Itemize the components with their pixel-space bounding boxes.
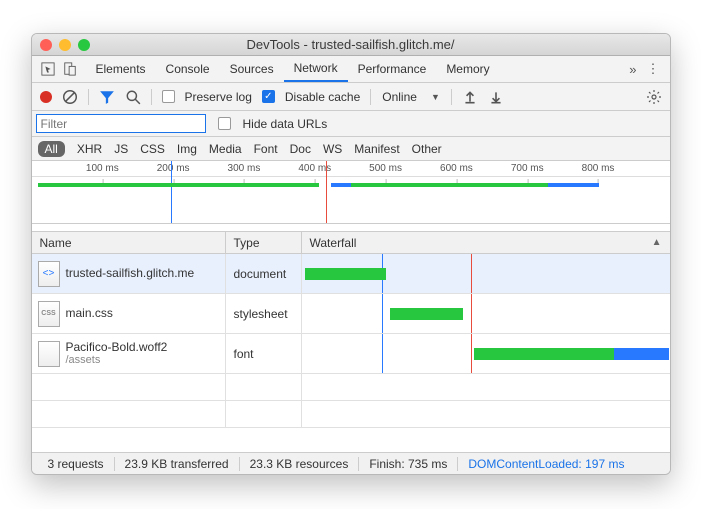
status-bar: 3 requests 23.9 KB transferred 23.3 KB r… bbox=[32, 452, 670, 474]
tick: 200 ms bbox=[157, 163, 190, 174]
tab-network[interactable]: Network bbox=[284, 56, 348, 82]
minimize-icon[interactable] bbox=[59, 39, 71, 51]
waterfall-cell bbox=[302, 334, 670, 373]
type-manifest[interactable]: Manifest bbox=[354, 142, 399, 156]
tick: 800 ms bbox=[582, 163, 615, 174]
request-type: font bbox=[226, 334, 302, 373]
status-finish: Finish: 735 ms bbox=[359, 457, 457, 471]
type-img[interactable]: Img bbox=[177, 142, 197, 156]
inspect-icon[interactable] bbox=[40, 61, 56, 77]
header-name[interactable]: Name bbox=[32, 232, 226, 253]
file-icon: <> bbox=[38, 261, 60, 287]
tick: 300 ms bbox=[228, 163, 261, 174]
tick: 600 ms bbox=[440, 163, 473, 174]
filter-bar: Hide data URLs bbox=[32, 111, 670, 137]
request-name: Pacifico-Bold.woff2 bbox=[66, 341, 168, 354]
requests-table: <> trusted-sailfish.glitch.me document CSS m… bbox=[32, 254, 670, 452]
waterfall-cell bbox=[302, 294, 670, 333]
type-xhr[interactable]: XHR bbox=[77, 142, 102, 156]
table-row[interactable]: Pacifico-Bold.woff2/assets font bbox=[32, 334, 670, 374]
table-row[interactable]: CSS main.css stylesheet bbox=[32, 294, 670, 334]
tab-console[interactable]: Console bbox=[156, 56, 220, 82]
status-transferred: 23.9 KB transferred bbox=[115, 457, 239, 471]
request-type: document bbox=[226, 254, 302, 293]
timeline-overview[interactable]: 100 ms200 ms300 ms400 ms500 ms600 ms700 … bbox=[32, 161, 670, 224]
disable-cache-label: Disable cache bbox=[285, 90, 360, 104]
filter-input[interactable] bbox=[36, 114, 206, 133]
more-tabs-icon[interactable]: » bbox=[629, 62, 636, 77]
type-font[interactable]: Font bbox=[254, 142, 278, 156]
request-path: /assets bbox=[66, 354, 168, 367]
file-icon: CSS bbox=[38, 301, 60, 327]
hide-data-urls-label: Hide data URLs bbox=[243, 117, 328, 131]
tab-memory[interactable]: Memory bbox=[436, 56, 499, 82]
menu-icon[interactable]: ⋮ bbox=[647, 61, 660, 77]
record-button[interactable] bbox=[40, 91, 52, 103]
disable-cache-checkbox[interactable]: ✓ bbox=[262, 90, 275, 103]
maximize-icon[interactable] bbox=[78, 39, 90, 51]
preserve-log-checkbox[interactable] bbox=[162, 90, 175, 103]
file-icon bbox=[38, 341, 60, 367]
header-waterfall[interactable]: Waterfall▲ bbox=[302, 232, 670, 253]
titlebar: DevTools - trusted-sailfish.glitch.me/ bbox=[32, 34, 670, 56]
status-dcl: DOMContentLoaded: 197 ms bbox=[458, 457, 634, 471]
tick: 100 ms bbox=[86, 163, 119, 174]
table-row[interactable]: <> trusted-sailfish.glitch.me document bbox=[32, 254, 670, 294]
tab-sources[interactable]: Sources bbox=[220, 56, 284, 82]
gear-icon[interactable] bbox=[646, 89, 662, 105]
tick: 700 ms bbox=[511, 163, 544, 174]
network-toolbar: Preserve log ✓ Disable cache Online ▼ bbox=[32, 83, 670, 111]
status-requests: 3 requests bbox=[38, 457, 114, 471]
throttle-select[interactable]: Online ▼ bbox=[381, 87, 441, 107]
download-har-icon[interactable] bbox=[488, 89, 504, 105]
status-resources: 23.3 KB resources bbox=[240, 457, 359, 471]
device-icon[interactable] bbox=[62, 61, 78, 77]
window-title: DevTools - trusted-sailfish.glitch.me/ bbox=[32, 37, 670, 52]
waterfall-cell bbox=[302, 254, 670, 293]
type-media[interactable]: Media bbox=[209, 142, 242, 156]
type-all[interactable]: All bbox=[38, 141, 65, 157]
preserve-log-label: Preserve log bbox=[185, 90, 252, 104]
type-doc[interactable]: Doc bbox=[290, 142, 311, 156]
tick: 500 ms bbox=[369, 163, 402, 174]
header-type[interactable]: Type bbox=[226, 232, 302, 253]
column-headers: Name Type Waterfall▲ bbox=[32, 232, 670, 254]
search-icon[interactable] bbox=[125, 89, 141, 105]
chevron-down-icon: ▼ bbox=[431, 92, 440, 102]
type-filter: All XHR JS CSS Img Media Font Doc WS Manifest Othe… bbox=[32, 137, 670, 161]
filter-icon[interactable] bbox=[99, 89, 115, 105]
hide-data-urls-checkbox[interactable] bbox=[218, 117, 231, 130]
tab-performance[interactable]: Performance bbox=[348, 56, 437, 82]
type-ws[interactable]: WS bbox=[323, 142, 342, 156]
request-name: trusted-sailfish.glitch.me bbox=[66, 267, 195, 280]
request-type: stylesheet bbox=[226, 294, 302, 333]
upload-har-icon[interactable] bbox=[462, 89, 478, 105]
request-name: main.css bbox=[66, 307, 113, 320]
type-js[interactable]: JS bbox=[114, 142, 128, 156]
panel-tabs: ElementsConsoleSourcesNetworkPerformance… bbox=[32, 56, 670, 83]
sort-indicator: ▲ bbox=[652, 237, 662, 248]
devtools-window: DevTools - trusted-sailfish.glitch.me/ E… bbox=[31, 33, 671, 475]
clear-icon[interactable] bbox=[62, 89, 78, 105]
tab-elements[interactable]: Elements bbox=[86, 56, 156, 82]
close-icon[interactable] bbox=[40, 39, 52, 51]
type-css[interactable]: CSS bbox=[140, 142, 165, 156]
type-other[interactable]: Other bbox=[412, 142, 442, 156]
